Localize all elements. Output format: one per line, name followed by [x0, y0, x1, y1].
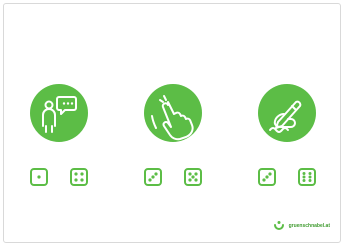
die-five-face: [188, 172, 198, 182]
die-six-face: [302, 172, 312, 182]
brand-mark-icon: [273, 221, 284, 230]
die-three-face: [148, 172, 158, 182]
die-six: [298, 168, 316, 186]
write-circle: [258, 84, 316, 142]
hand-write-icon: [269, 100, 302, 133]
die-four-face: [74, 172, 84, 182]
die-three-second: [258, 168, 276, 186]
die-one: [30, 168, 48, 186]
die-three-second-face: [262, 172, 272, 182]
die-three: [144, 168, 162, 186]
speak-circle: [30, 84, 88, 142]
die-one-face: [37, 175, 41, 179]
person-speech-icon: [42, 96, 77, 133]
hand-tap-icon: [151, 95, 194, 141]
die-five: [184, 168, 202, 186]
brand-logo: gruenschnabel.at: [273, 220, 330, 232]
card: gruenschnabel.at: [3, 3, 341, 243]
tap-circle: [144, 84, 202, 142]
brand-text: gruenschnabel.at: [288, 223, 330, 229]
die-four: [70, 168, 88, 186]
